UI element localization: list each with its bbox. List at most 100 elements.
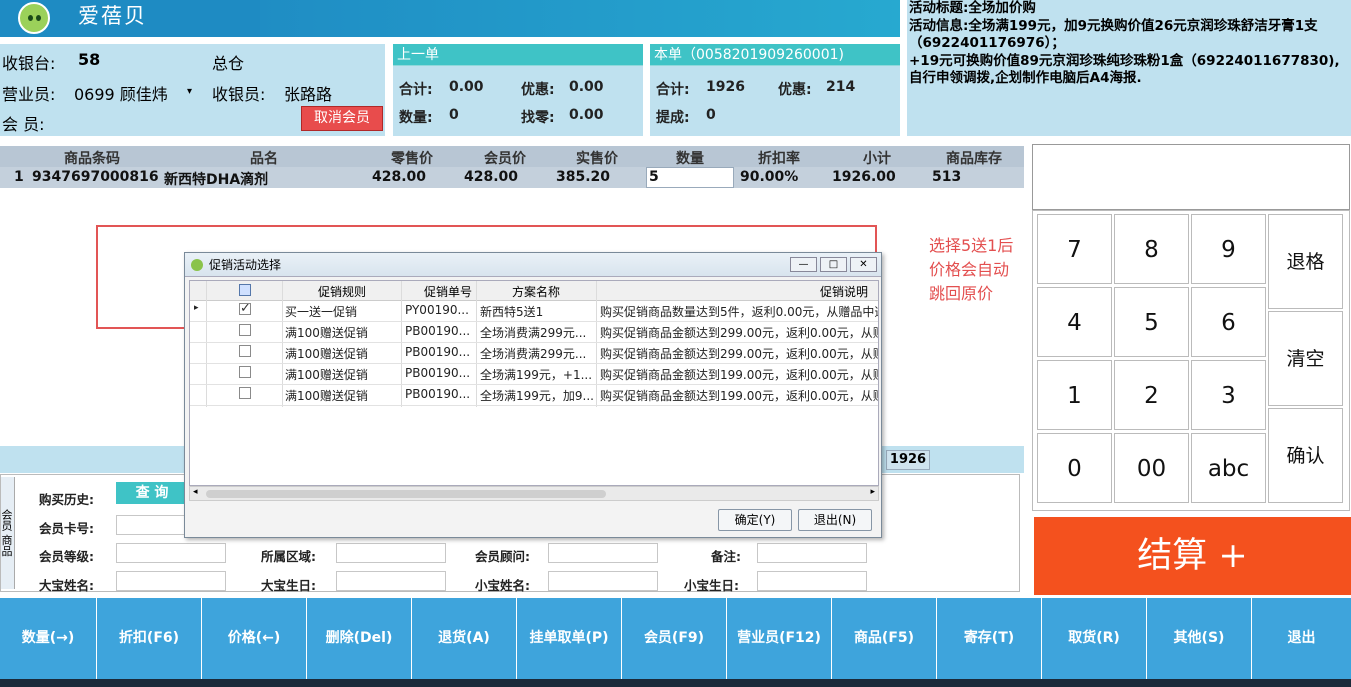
promo-desc: 购买促销商品数量达到5件，返利0.00元，从赠品中选 (600, 305, 879, 319)
region-field[interactable] (336, 543, 446, 563)
promo-plan: 新西特5送1 (480, 305, 544, 319)
curr-discount-value: 214 (826, 79, 856, 95)
pickup-button[interactable]: 取货(R) (1041, 598, 1146, 679)
top-bar: 爱蓓贝 (0, 0, 900, 37)
exit-button[interactable]: 退出 (1251, 598, 1351, 679)
member-button[interactable]: 会员(F9) (621, 598, 726, 679)
col-subtotal[interactable]: 小计 (863, 148, 891, 168)
prev-discount-label: 优惠: (521, 82, 555, 98)
minimize-icon[interactable]: — (790, 257, 817, 272)
big-baby-birthday-field[interactable] (336, 571, 446, 591)
key-6[interactable]: 6 (1191, 287, 1266, 357)
curr-discount-label: 优惠: (778, 82, 812, 98)
col-quantity[interactable]: 数量 (676, 148, 704, 168)
col-plan-name[interactable]: 方案名称 (512, 283, 560, 300)
col-description[interactable]: 促销说明 (820, 283, 868, 300)
function-bar: 数量(→) 折扣(F6) 价格(←) 删除(Del) 退货(A) 挂单取单(P)… (0, 598, 1351, 679)
salesperson-button[interactable]: 营业员(F12) (726, 598, 831, 679)
qty-button[interactable]: 数量(→) (0, 598, 96, 679)
side-tabs[interactable]: 会员 商品 (0, 477, 15, 589)
other-button[interactable]: 其他(S) (1146, 598, 1251, 679)
cancel-member-button[interactable]: 取消会员 (301, 106, 383, 131)
key-7[interactable]: 7 (1037, 214, 1112, 284)
small-baby-birthday-label: 小宝生日: (684, 578, 739, 593)
checkout-button[interactable]: 结算 + (1034, 517, 1351, 595)
delete-button[interactable]: 删除(Del) (306, 598, 411, 679)
key-5[interactable]: 5 (1114, 287, 1189, 357)
promotion-checkbox[interactable] (239, 303, 251, 315)
key-1[interactable]: 1 (1037, 360, 1112, 430)
select-all-checkbox[interactable] (239, 284, 251, 296)
discount-button[interactable]: 折扣(F6) (96, 598, 201, 679)
register-label: 收银台: (2, 54, 56, 73)
scroll-right-icon[interactable]: ▸ (870, 487, 875, 497)
query-button[interactable]: 查 询 (116, 482, 188, 504)
promotion-row[interactable]: 满100赠送促销 PB00190... 全场消费满299元... 购买促销商品金… (190, 343, 878, 364)
promo-no: PB00190... (405, 366, 471, 380)
promotion-dialog: 促销活动选择 — □ ✕ 促销规则 促销单号 方案名称 促销说明 ▸ 买一送一促… (184, 252, 882, 538)
col-actual-price[interactable]: 实售价 (576, 148, 618, 168)
close-icon[interactable]: ✕ (850, 257, 877, 272)
col-discount-rate[interactable]: 折扣率 (758, 148, 800, 168)
small-baby-field[interactable] (548, 571, 658, 591)
promotion-checkbox[interactable] (239, 366, 251, 378)
col-promo-no[interactable]: 促销单号 (424, 283, 472, 300)
key-4[interactable]: 4 (1037, 287, 1112, 357)
maximize-icon[interactable]: □ (820, 257, 847, 272)
scrollbar-thumb[interactable] (206, 490, 606, 498)
return-button[interactable]: 退货(A) (411, 598, 516, 679)
chevron-down-icon[interactable]: ▾ (187, 86, 192, 97)
table-row[interactable]: 1 9347697000816 新西特DHA滴剂 428.00 428.00 3… (0, 167, 1024, 188)
key-9[interactable]: 9 (1191, 214, 1266, 284)
promotion-checkbox[interactable] (239, 345, 251, 357)
horizontal-scrollbar[interactable]: ◂ ▸ (189, 486, 879, 501)
col-rule[interactable]: 促销规则 (318, 283, 366, 300)
promo-plan: 全场消费满299元... (480, 326, 587, 340)
product-button[interactable]: 商品(F5) (831, 598, 936, 679)
col-barcode[interactable]: 商品条码 (64, 148, 120, 168)
price-button[interactable]: 价格(←) (201, 598, 306, 679)
col-member-price[interactable]: 会员价 (484, 148, 526, 168)
promotion-row[interactable]: ▸ 买一送一促销 PY00190... 新西特5送1 购买促销商品数量达到5件，… (190, 301, 879, 322)
promotion-row[interactable]: 满100赠送促销 PB00190... 全场消费满299元... 购买促销商品金… (190, 322, 878, 343)
hold-order-button[interactable]: 挂单取单(P) (516, 598, 621, 679)
level-field[interactable] (116, 543, 226, 563)
promotion-row[interactable]: 满100赠送促销 PB00190... 全场满199元，+1... 购买促销商品… (190, 364, 878, 385)
backspace-button[interactable]: 退格 (1268, 214, 1343, 309)
curr-total-value: 1926 (706, 79, 745, 95)
prev-change-value: 0.00 (569, 107, 604, 123)
col-name[interactable]: 品名 (250, 148, 278, 168)
cashier-info-panel: 收银台: 58 总仓 营业员: 0699 顾佳炜 ▾ 收银员: 张路路 会 员:… (0, 44, 385, 136)
clear-button[interactable]: 清空 (1268, 311, 1343, 406)
store-name: 总仓 (212, 54, 245, 73)
advisor-field[interactable] (548, 543, 658, 563)
promotion-row[interactable]: 满100赠送促销 PB00190... 全场满199元，加9... 购买促销商品… (190, 385, 878, 406)
remark-field[interactable] (757, 543, 867, 563)
promo-no: PY00190... (405, 303, 469, 317)
key-abc[interactable]: abc (1191, 433, 1266, 503)
row-index: 1 (14, 169, 24, 185)
big-baby-field[interactable] (116, 571, 226, 591)
col-retail[interactable]: 零售价 (391, 148, 433, 168)
key-00[interactable]: 00 (1114, 433, 1189, 503)
prev-total-label: 合计: (399, 82, 433, 98)
quantity-input[interactable]: 5 (646, 167, 734, 188)
col-stock[interactable]: 商品库存 (946, 148, 1002, 168)
dialog-titlebar[interactable]: 促销活动选择 — □ ✕ (185, 253, 881, 277)
small-baby-birthday-field[interactable] (757, 571, 867, 591)
dialog-exit-button[interactable]: 退出(N) (798, 509, 872, 531)
key-2[interactable]: 2 (1114, 360, 1189, 430)
member-label: 会 员: (2, 115, 45, 134)
promo-rule: 满100赠送促销 (285, 389, 368, 403)
promotion-checkbox[interactable] (239, 387, 251, 399)
promotion-checkbox[interactable] (239, 324, 251, 336)
app-logo-icon (18, 2, 50, 34)
deposit-button[interactable]: 寄存(T) (936, 598, 1041, 679)
key-0[interactable]: 0 (1037, 433, 1112, 503)
ok-button[interactable]: 确定(Y) (718, 509, 792, 531)
salesperson-select[interactable]: 0699 顾佳炜 (74, 81, 168, 105)
confirm-button[interactable]: 确认 (1268, 408, 1343, 503)
key-3[interactable]: 3 (1191, 360, 1266, 430)
key-8[interactable]: 8 (1114, 214, 1189, 284)
scroll-left-icon[interactable]: ◂ (193, 487, 198, 497)
